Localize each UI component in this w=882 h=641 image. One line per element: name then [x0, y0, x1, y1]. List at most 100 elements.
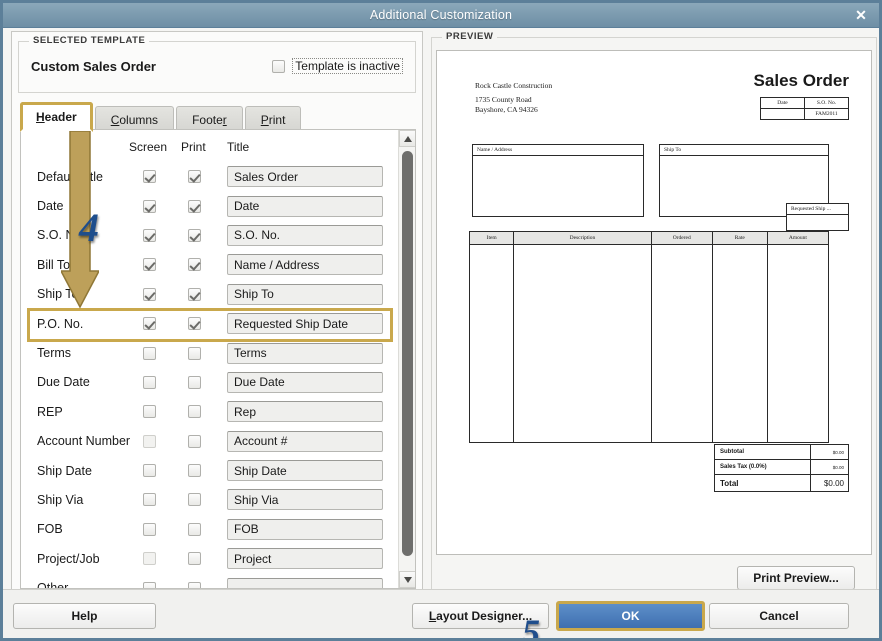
field-print-checkbox[interactable] [188, 317, 201, 331]
print-preview-button[interactable]: Print Preview... [737, 566, 855, 590]
field-screen-checkbox[interactable] [143, 170, 156, 184]
field-title-input[interactable]: Terms [227, 342, 383, 364]
field-title-input[interactable]: Requested Ship Date [227, 313, 383, 335]
field-title-input[interactable]: Ship Date [227, 460, 383, 482]
preview-date-sono-table: Date S.O. No. FAM2011 [760, 97, 849, 120]
preview-document-title: Sales Order [753, 71, 849, 90]
field-title-input[interactable]: Sales Order [227, 166, 383, 188]
field-screen-checkbox[interactable] [143, 493, 156, 507]
field-row: Project/Job Project [21, 544, 415, 573]
field-print-checkbox[interactable] [188, 346, 201, 360]
field-row: P.O. No. Requested Ship Date [21, 307, 415, 343]
template-inactive-row: Template is inactive [272, 58, 403, 74]
field-print-checkbox[interactable] [188, 552, 201, 566]
field-title-input[interactable]: Account # [227, 430, 383, 452]
field-print-checkbox[interactable] [188, 434, 201, 448]
scrollbar-thumb[interactable] [402, 151, 413, 556]
field-screen-checkbox[interactable] [143, 346, 156, 360]
field-screen-checkbox[interactable] [143, 522, 156, 536]
field-screen-checkbox[interactable] [143, 405, 156, 419]
scroll-up-button[interactable] [399, 130, 415, 147]
field-print-checkbox[interactable] [188, 199, 201, 213]
field-print-checkbox[interactable] [188, 170, 201, 184]
field-title-input[interactable]: Rep [227, 401, 383, 423]
field-title-input[interactable] [227, 577, 383, 588]
preview-total-row: Total $0.00 [714, 474, 849, 492]
preview-total-row: Sales Tax (0.0%) $0.00 [714, 459, 849, 475]
template-name: Custom Sales Order [31, 59, 156, 74]
preview-item-cell [468, 244, 515, 443]
field-screen-checkbox[interactable] [143, 258, 156, 272]
column-header-title: Title [227, 140, 250, 154]
cancel-button[interactable]: Cancel [709, 603, 849, 629]
field-screen-checkbox[interactable] [143, 464, 156, 478]
dialog-footer: Help Layout Designer... OK Cancel [3, 589, 879, 638]
field-screen-checkbox[interactable] [143, 581, 156, 588]
field-row-label: Due Date [37, 375, 90, 390]
field-title-input[interactable]: S.O. No. [227, 224, 383, 246]
field-print-checkbox[interactable] [188, 375, 201, 389]
scroll-down-button[interactable] [399, 571, 415, 588]
header-fields-listbox: Screen Print Title Default Title Sales Or… [20, 129, 416, 589]
tab-strip: Header Columns Footer Print [20, 102, 303, 132]
preview-total-row: Subtotal $0.00 [714, 444, 849, 460]
field-screen-checkbox[interactable] [143, 317, 156, 331]
field-row: Terms Terms [21, 338, 415, 367]
field-row-label: Ship Via [37, 492, 84, 507]
preview-company-name: Rock Castle Construction [475, 81, 553, 90]
preview-total-value: $0.00 [810, 474, 849, 492]
preview-item-column-header: Item [468, 231, 515, 245]
field-screen-checkbox[interactable] [143, 375, 156, 389]
additional-customization-dialog: Additional Customization ✕ SELECTED TEMP… [0, 0, 882, 641]
layout-designer-button[interactable]: Layout Designer... [412, 603, 549, 629]
field-print-checkbox[interactable] [188, 258, 201, 272]
preview-name-address-label: Name / Address [473, 145, 643, 156]
field-screen-checkbox[interactable] [143, 552, 156, 566]
field-row: Due Date Due Date [21, 368, 415, 397]
preview-items-header-row: Item Description Ordered Rate Amount [468, 231, 830, 245]
preview-item-column-header: Rate [711, 231, 768, 245]
field-row-label: P.O. No. [37, 316, 84, 331]
preview-sono-value: FAM2011 [804, 108, 849, 120]
column-header-screen: Screen [129, 140, 168, 154]
field-print-checkbox[interactable] [188, 581, 201, 588]
preview-items-table: Item Description Ordered Rate Amount [468, 231, 830, 443]
preview-date-sono-value-row: FAM2011 [760, 108, 849, 120]
field-screen-checkbox[interactable] [143, 228, 156, 242]
ok-button[interactable]: OK [556, 601, 705, 631]
field-title-input[interactable]: Due Date [227, 371, 383, 393]
field-title-input[interactable]: Ship To [227, 283, 383, 305]
tab-header[interactable]: Header [20, 102, 93, 132]
field-screen-checkbox[interactable] [143, 434, 156, 448]
field-title-input[interactable]: FOB [227, 518, 383, 540]
selected-template-legend: SELECTED TEMPLATE [29, 35, 150, 46]
field-row-label: S.O. No. [37, 228, 85, 243]
field-row: FOB FOB [21, 515, 415, 544]
template-inactive-checkbox[interactable] [272, 59, 286, 73]
preview-total-label: Total [714, 474, 811, 492]
field-print-checkbox[interactable] [188, 228, 201, 242]
field-row-label: Other [37, 581, 69, 589]
preview-paper: Rock Castle Construction 1735 County Roa… [436, 50, 872, 555]
field-screen-checkbox[interactable] [143, 199, 156, 213]
field-print-checkbox[interactable] [188, 493, 201, 507]
close-icon[interactable]: ✕ [852, 6, 870, 24]
field-title-input[interactable]: Ship Via [227, 489, 383, 511]
chevron-up-icon [403, 135, 412, 142]
field-row: Account Number Account # [21, 427, 415, 456]
help-button[interactable]: Help [13, 603, 156, 629]
field-row-label: FOB [37, 522, 63, 537]
field-screen-checkbox[interactable] [143, 287, 156, 301]
listbox-scrollbar[interactable] [398, 130, 415, 588]
preview-date-header: Date [760, 97, 805, 109]
field-row: REP Rep [21, 397, 415, 426]
field-print-checkbox[interactable] [188, 522, 201, 536]
field-title-input[interactable]: Project [227, 548, 383, 570]
field-print-checkbox[interactable] [188, 287, 201, 301]
field-title-input[interactable]: Name / Address [227, 254, 383, 276]
field-title-input[interactable]: Date [227, 195, 383, 217]
field-print-checkbox[interactable] [188, 405, 201, 419]
column-header-print: Print [181, 140, 206, 154]
field-print-checkbox[interactable] [188, 464, 201, 478]
window-titlebar: Additional Customization ✕ [3, 3, 879, 28]
